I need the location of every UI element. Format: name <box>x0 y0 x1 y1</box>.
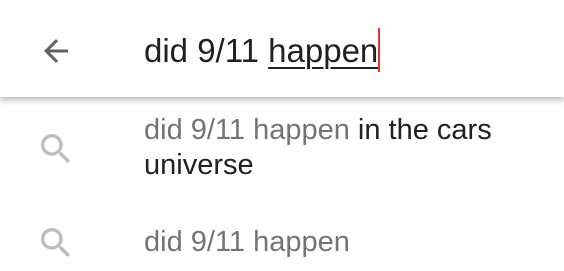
search-query-text: did 9/11 <box>144 32 269 69</box>
suggestion-text: did 9/11 happen in the cars universe <box>144 113 544 183</box>
search-bar: did 9/11 happen <box>0 0 564 97</box>
suggestion-item[interactable]: did 9/11 happen in the cars universe <box>0 113 564 185</box>
suggestion-list: did 9/11 happen in the cars universe did… <box>0 97 564 271</box>
arrow-back-icon <box>44 39 68 63</box>
suggestion-item[interactable]: did 9/11 happen <box>0 221 564 265</box>
back-button[interactable] <box>34 29 78 73</box>
text-caret <box>378 28 381 72</box>
suggestion-match-text: did 9/11 happen <box>144 114 350 146</box>
suggestion-text: did 9/11 happen <box>144 225 544 260</box>
search-icon <box>34 127 78 171</box>
search-query-composing-text: happen <box>268 32 379 69</box>
search-icon <box>34 221 78 265</box>
suggestion-match-text: did 9/11 happen <box>144 226 350 258</box>
search-input[interactable]: did 9/11 happen <box>144 27 544 75</box>
